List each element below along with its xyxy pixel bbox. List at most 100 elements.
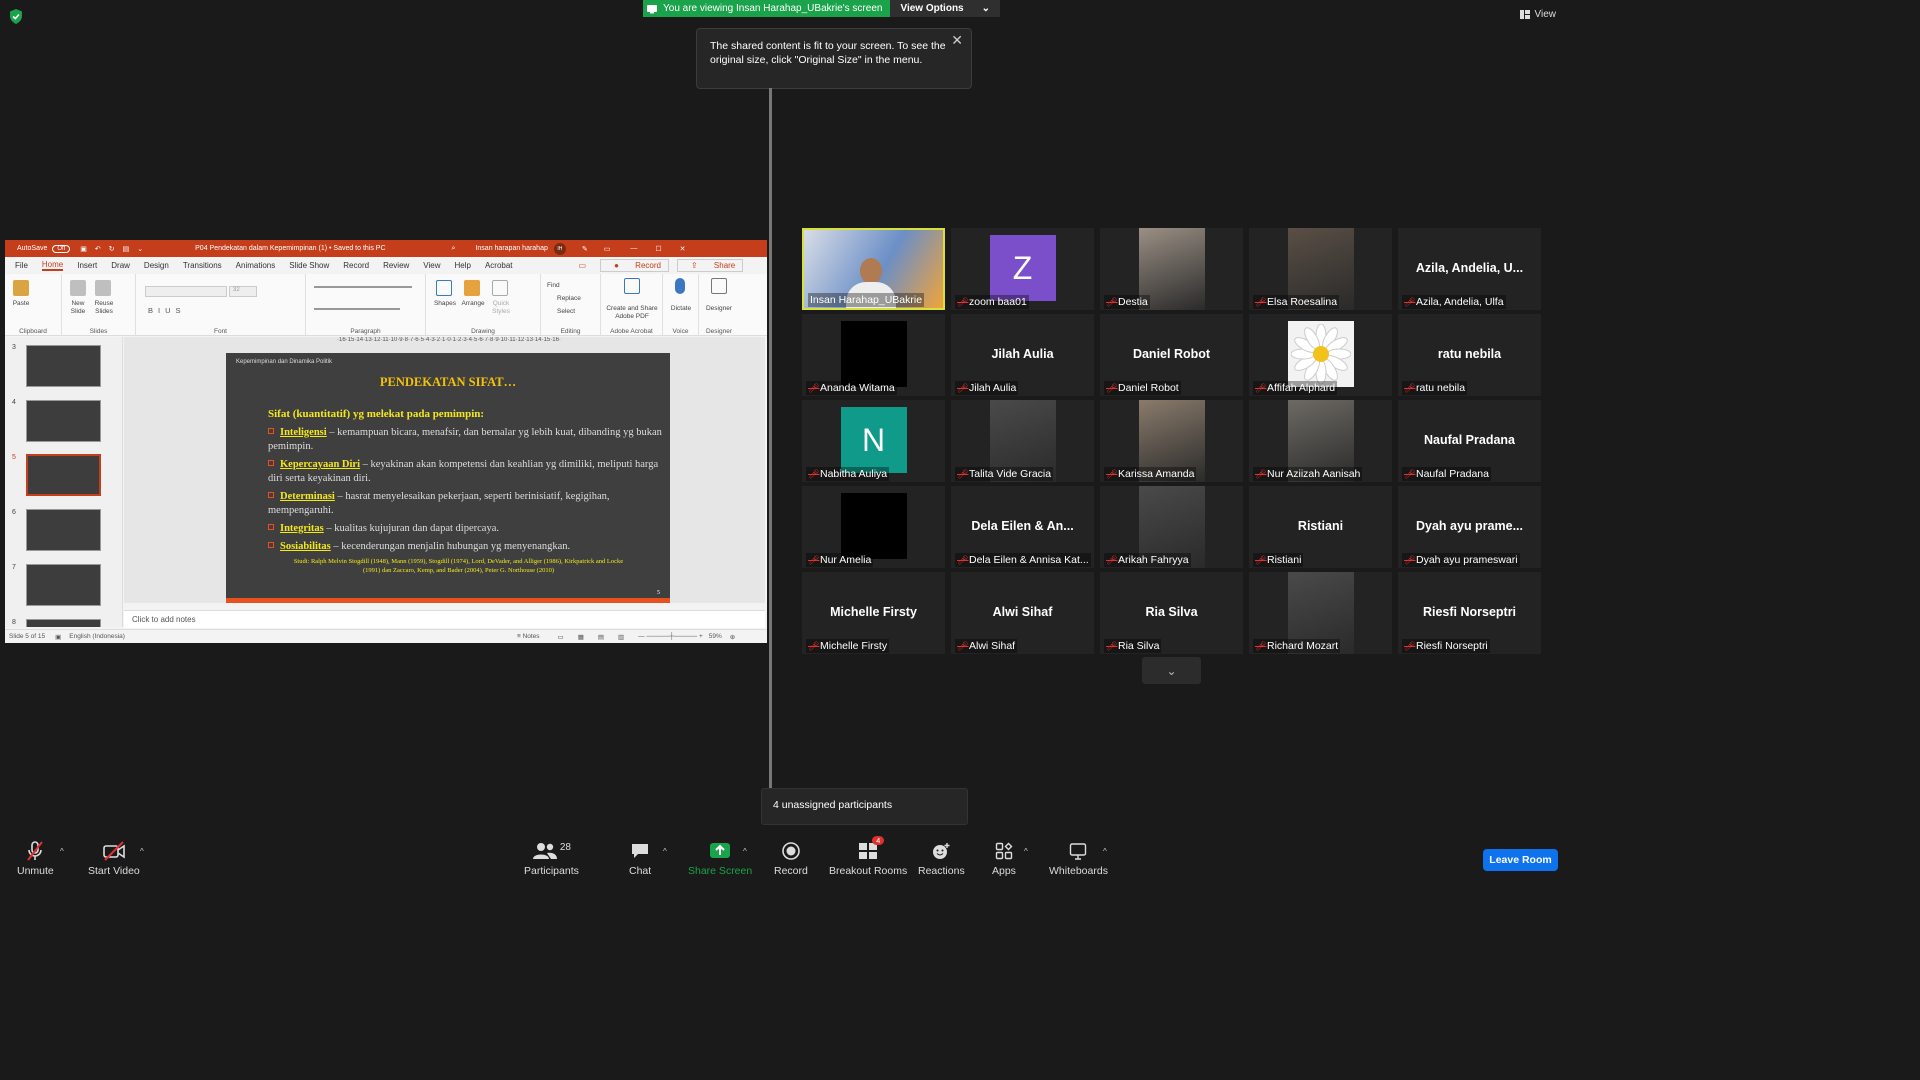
zoom-slider[interactable]: — ─────┼───── + bbox=[638, 633, 703, 640]
participant-tile[interactable]: 🎤︎ Richard Mozart bbox=[1249, 572, 1392, 654]
share-button[interactable]: ⇪ Share bbox=[676, 259, 744, 272]
chat-options-caret-icon[interactable]: ^ bbox=[663, 847, 667, 856]
tab-draw[interactable]: Draw bbox=[111, 261, 130, 270]
start-video-button[interactable]: Start Video bbox=[88, 840, 140, 877]
account-name[interactable]: Insan harapan harahap bbox=[475, 245, 547, 252]
ribbon-display-icon[interactable]: ▭ bbox=[604, 245, 611, 253]
arrange-icon[interactable] bbox=[464, 280, 480, 296]
designer-icon[interactable] bbox=[711, 278, 727, 294]
record-button[interactable]: Record bbox=[774, 840, 808, 877]
tab-design[interactable]: Design bbox=[144, 261, 169, 270]
audio-options-caret-icon[interactable]: ^ bbox=[60, 847, 64, 856]
participant-tile[interactable]: Azila, Andelia, U... 🎤︎ Azila, Andelia, Ul… bbox=[1398, 228, 1541, 310]
participant-tile[interactable]: ratu nebila 🎤︎ ratu nebila bbox=[1398, 314, 1541, 396]
font-name-box[interactable] bbox=[145, 286, 227, 297]
find-button[interactable]: Find bbox=[547, 282, 560, 290]
quick-styles-icon[interactable] bbox=[492, 280, 508, 296]
tab-slide-show[interactable]: Slide Show bbox=[289, 261, 329, 270]
tab-transitions[interactable]: Transitions bbox=[183, 261, 222, 270]
slide-sorter-icon[interactable]: ▦ bbox=[578, 633, 584, 641]
participant-tile[interactable]: Michelle Firsty 🎤︎ Michelle Firsty bbox=[802, 572, 945, 654]
tab-acrobat[interactable]: Acrobat bbox=[485, 261, 513, 270]
apps-options-caret-icon[interactable]: ^ bbox=[1024, 847, 1028, 856]
participant-tile[interactable]: Jilah Aulia 🎤︎ Jilah Aulia bbox=[951, 314, 1094, 396]
slide-thumbnail-6[interactable] bbox=[26, 509, 101, 551]
language-status[interactable]: English (Indonesia) bbox=[69, 633, 125, 640]
participant-tile[interactable]: Z 🎤︎ zoom baa01 bbox=[951, 228, 1094, 310]
whiteboard-options-caret-icon[interactable]: ^ bbox=[1103, 847, 1107, 856]
reactions-button[interactable]: Reactions bbox=[918, 840, 965, 877]
participant-tile[interactable]: 🎤︎ Affifah Alphard bbox=[1249, 314, 1392, 396]
participant-tile[interactable]: 🎤︎ Destia bbox=[1100, 228, 1243, 310]
pen-icon[interactable]: ✎ bbox=[582, 245, 588, 253]
record-button[interactable]: ● Record bbox=[600, 259, 669, 272]
font-size-box[interactable]: 32 bbox=[229, 286, 257, 297]
reading-view-icon[interactable]: ▤ bbox=[598, 633, 604, 641]
video-options-caret-icon[interactable]: ^ bbox=[140, 847, 144, 856]
share-screen-button[interactable]: Share Screen bbox=[688, 840, 752, 877]
participant-tile[interactable]: Alwi Sihaf 🎤︎ Alwi Sihaf bbox=[951, 572, 1094, 654]
list-buttons[interactable] bbox=[314, 286, 412, 288]
document-title[interactable]: P04 Pendekatan dalam Kepemimpinan (1) • … bbox=[195, 245, 385, 252]
align-buttons[interactable] bbox=[314, 308, 400, 310]
participant-tile[interactable]: Daniel Robot 🎤︎ Daniel Robot bbox=[1100, 314, 1243, 396]
shapes-icon[interactable] bbox=[436, 280, 452, 296]
slide-thumbnail-7[interactable] bbox=[26, 564, 101, 606]
participant-tile[interactable]: Naufal Pradana 🎤︎ Naufal Pradana bbox=[1398, 400, 1541, 482]
chat-button[interactable]: Chat bbox=[629, 840, 651, 877]
tab-file[interactable]: File bbox=[15, 261, 28, 270]
participant-tile[interactable]: 🎤︎ Nur Aziizah Aanisah bbox=[1249, 400, 1392, 482]
slide-thumbnail-4[interactable] bbox=[26, 400, 101, 442]
unmute-button[interactable]: Unmute bbox=[17, 840, 54, 877]
participant-tile[interactable]: Dela Eilen & An... 🎤︎ Dela Eilen & Annisa … bbox=[951, 486, 1094, 568]
participant-tile[interactable]: Ria Silva 🎤︎ Ria Silva bbox=[1100, 572, 1243, 654]
slide-thumbnail-5[interactable] bbox=[26, 454, 101, 496]
gallery-next-page-button[interactable]: ⌄ bbox=[1142, 657, 1201, 684]
close-icon[interactable]: ✕ bbox=[951, 33, 963, 47]
select-button[interactable]: Select bbox=[557, 308, 575, 316]
split-divider[interactable] bbox=[769, 88, 772, 788]
slide-thumbnail-3[interactable] bbox=[26, 345, 101, 387]
tab-view[interactable]: View bbox=[423, 261, 440, 270]
save-icon[interactable]: ▣ bbox=[80, 245, 87, 253]
minimize-icon[interactable]: — bbox=[630, 245, 637, 252]
leave-room-button[interactable]: Leave Room bbox=[1483, 849, 1558, 871]
view-options-button[interactable]: View Options ⌄ bbox=[890, 0, 1001, 17]
customize-qat-icon[interactable]: ⌄ bbox=[137, 245, 143, 253]
tab-home[interactable]: Home bbox=[41, 260, 64, 271]
participant-tile[interactable]: 🎤︎ Nur Amelia bbox=[802, 486, 945, 568]
apps-button[interactable]: Apps bbox=[992, 840, 1016, 877]
tab-insert[interactable]: Insert bbox=[77, 261, 97, 270]
notes-toggle[interactable]: ≡ Notes bbox=[517, 633, 540, 640]
participant-tile[interactable]: Dyah ayu prame... 🎤︎ Dyah ayu prameswari bbox=[1398, 486, 1541, 568]
redo-icon[interactable]: ↻ bbox=[109, 245, 115, 253]
reuse-slides-icon[interactable] bbox=[95, 280, 111, 296]
participants-button[interactable]: 28 Participants bbox=[524, 840, 579, 878]
participant-tile[interactable]: Riesfi Norseptri 🎤︎ Riesfi Norseptri bbox=[1398, 572, 1541, 654]
participant-tile[interactable]: 🎤︎ Elsa Roesalina bbox=[1249, 228, 1392, 310]
create-pdf-icon[interactable] bbox=[624, 278, 640, 294]
paste-icon[interactable] bbox=[13, 280, 29, 296]
whiteboards-button[interactable]: Whiteboards bbox=[1049, 840, 1108, 877]
slide-thumbnails-pane[interactable]: 3 4 5 6 7 8 bbox=[5, 337, 123, 627]
font-style-buttons[interactable]: BIUS bbox=[148, 306, 186, 315]
participant-tile[interactable]: 🎤︎ Ananda Witama bbox=[802, 314, 945, 396]
replace-button[interactable]: Replace bbox=[557, 295, 581, 303]
participant-tile[interactable]: 🎤︎ Karissa Amanda bbox=[1100, 400, 1243, 482]
tab-animations[interactable]: Animations bbox=[236, 261, 276, 270]
normal-view-icon[interactable]: ▭ bbox=[558, 633, 564, 641]
close-window-icon[interactable]: ✕ bbox=[680, 245, 686, 253]
tab-help[interactable]: Help bbox=[455, 261, 471, 270]
search-icon[interactable]: ⌕ bbox=[452, 245, 456, 253]
maximize-icon[interactable]: ☐ bbox=[655, 245, 661, 253]
slide-thumbnail-8[interactable] bbox=[26, 619, 101, 627]
security-shield-icon[interactable] bbox=[9, 9, 23, 24]
participant-tile[interactable]: Insan Harahap_UBakrie bbox=[802, 228, 945, 310]
zoom-level[interactable]: 59% bbox=[709, 633, 722, 640]
current-slide[interactable]: Kepemimpinan dan Dinamika Politik PENDEK… bbox=[226, 353, 670, 603]
comments-icon[interactable]: ▭ bbox=[579, 261, 587, 270]
notes-pane[interactable]: Click to add notes bbox=[124, 610, 765, 628]
share-options-caret-icon[interactable]: ^ bbox=[743, 847, 747, 856]
account-avatar[interactable]: IH bbox=[553, 242, 566, 255]
undo-icon[interactable]: ↶ bbox=[95, 245, 101, 253]
